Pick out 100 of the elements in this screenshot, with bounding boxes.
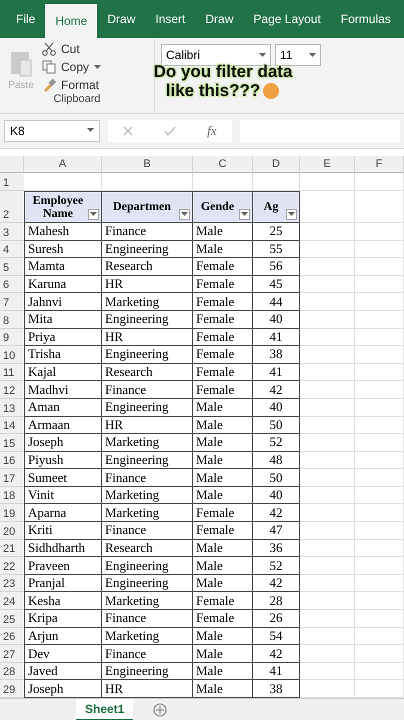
empty-cell (355, 574, 404, 592)
empty-cell (300, 381, 355, 399)
row-number[interactable]: 12 (0, 381, 24, 399)
ribbon-tab[interactable]: Insert (145, 0, 196, 38)
table-cell: 52 (253, 557, 300, 575)
empty-cell (355, 452, 404, 470)
column-header[interactable]: F (355, 156, 404, 173)
row-number[interactable]: 25 (0, 610, 24, 628)
row-number[interactable]: 3 (0, 222, 24, 241)
empty-cell (300, 310, 355, 329)
row-number[interactable]: 19 (0, 504, 24, 522)
column-header[interactable]: A (24, 156, 102, 173)
table-cell: 40 (253, 486, 300, 504)
sheet-tab[interactable]: Sheet1 (76, 698, 134, 720)
row-number[interactable]: 1 (0, 172, 24, 191)
font-name-field[interactable]: Calibri (161, 44, 271, 66)
row-number[interactable]: 22 (0, 557, 24, 575)
row-number[interactable]: 16 (0, 452, 24, 470)
table-cell: Kajal (24, 364, 102, 382)
ribbon-tab[interactable]: File (6, 0, 46, 38)
row-number[interactable]: 10 (0, 346, 24, 364)
empty-cell (300, 293, 355, 311)
column-header[interactable]: D (253, 156, 300, 173)
table-cell: Kesha (24, 592, 102, 610)
copy-icon (42, 60, 56, 74)
name-box[interactable]: K8 (4, 120, 100, 142)
ribbon-tab[interactable]: Formulas (330, 0, 401, 38)
row-number[interactable]: 28 (0, 662, 24, 680)
table-cell: Joseph (24, 434, 102, 452)
table-cell: Female (193, 592, 253, 610)
format-painter-button[interactable]: Format (42, 78, 154, 92)
row-number[interactable]: 8 (0, 310, 24, 329)
empty-cell (355, 258, 404, 276)
empty-cell (300, 364, 355, 382)
table-cell: Armaan (24, 416, 102, 434)
table-cell: 50 (253, 416, 300, 434)
row-number[interactable]: 14 (0, 416, 24, 434)
filter-button[interactable] (286, 208, 297, 220)
table-cell: 42 (253, 381, 300, 399)
filter-button[interactable] (88, 208, 99, 220)
row-number[interactable]: 17 (0, 469, 24, 487)
empty-cell (300, 434, 355, 452)
header-cell: Gende (193, 190, 253, 223)
row-number[interactable]: 15 (0, 434, 24, 452)
font-size-field[interactable]: 11 (275, 44, 321, 66)
add-sheet-icon[interactable] (153, 702, 168, 716)
column-header[interactable]: C (193, 156, 253, 173)
empty-cell (355, 190, 404, 223)
row-number[interactable]: 5 (0, 258, 24, 276)
row-number[interactable]: 24 (0, 592, 24, 610)
caret-icon (181, 212, 188, 217)
insert-function-button[interactable]: fx (207, 122, 217, 139)
empty-cell (355, 522, 404, 540)
table-cell: Kriti (24, 522, 102, 540)
row-number[interactable]: 23 (0, 574, 24, 592)
ribbon-tab[interactable]: Home (45, 4, 98, 38)
row-number[interactable]: 2 (0, 190, 24, 223)
row-number[interactable]: 21 (0, 540, 24, 558)
row-number[interactable]: 6 (0, 276, 24, 294)
empty-cell (300, 172, 355, 191)
copy-button[interactable]: Copy (42, 60, 154, 74)
table-cell: Aparna (24, 504, 102, 522)
table-cell: Marketing (102, 504, 193, 522)
caret-icon (309, 52, 316, 58)
ribbon-tab[interactable]: Draw (97, 0, 146, 38)
column-header[interactable]: B (102, 156, 193, 173)
table-cell: Marketing (102, 592, 193, 610)
empty-cell (355, 416, 404, 434)
table-cell: Male (193, 540, 253, 558)
empty-cell (300, 610, 355, 628)
empty-cell (355, 557, 404, 575)
row-number[interactable]: 4 (0, 240, 24, 258)
table-cell: 41 (253, 364, 300, 382)
ribbon-tab[interactable]: Draw (195, 0, 244, 38)
table-cell: Marketing (102, 293, 193, 311)
empty-cell (300, 592, 355, 610)
table-cell: Sidhdharth (24, 540, 102, 558)
table-cell: Finance (102, 645, 193, 663)
empty-cell (300, 276, 355, 294)
table-cell: Engineering (102, 662, 193, 680)
row-number[interactable]: 27 (0, 645, 24, 663)
ribbon-tab[interactable]: Page Layout (243, 0, 331, 38)
row-number[interactable]: 13 (0, 398, 24, 416)
table-cell: Engineering (102, 240, 193, 258)
column-header[interactable]: E (300, 156, 355, 173)
row-number[interactable]: 29 (0, 680, 24, 698)
check-icon[interactable] (164, 126, 176, 136)
table-cell: Female (193, 364, 253, 382)
empty-cell (300, 416, 355, 434)
row-number[interactable]: 26 (0, 628, 24, 646)
cut-button[interactable]: Cut (42, 42, 154, 56)
row-number[interactable]: 18 (0, 486, 24, 504)
row-number[interactable]: 7 (0, 293, 24, 311)
row-number[interactable]: 20 (0, 522, 24, 540)
table-cell: Marketing (102, 434, 193, 452)
filter-button[interactable] (179, 208, 190, 220)
table-cell: Mamta (24, 258, 102, 276)
row-number[interactable]: 11 (0, 364, 24, 382)
row-number[interactable]: 9 (0, 328, 24, 346)
filter-button[interactable] (239, 208, 250, 220)
